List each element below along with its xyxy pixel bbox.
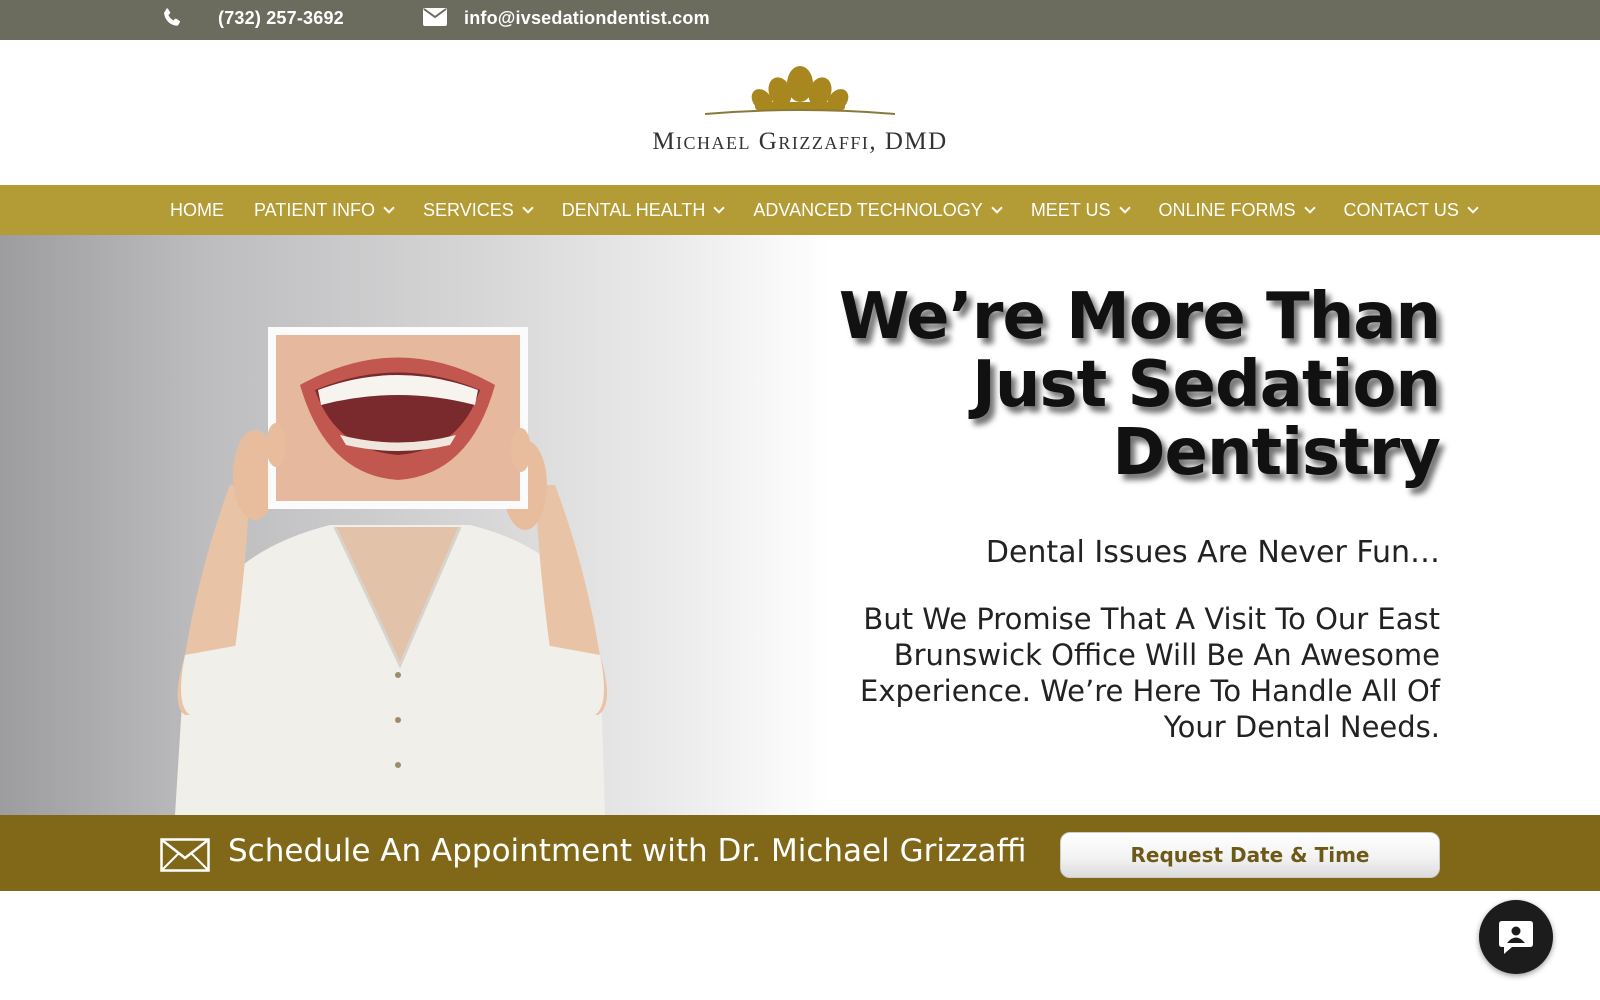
top-contact-bar: (732) 257-3692 info@ivsedationdentist.co… [0, 0, 1600, 40]
hero-body-text: But We Promise That A Visit To Our East … [860, 602, 1440, 744]
mail-icon [423, 8, 447, 26]
chevron-down-icon [1118, 201, 1131, 214]
hero-image [0, 235, 830, 815]
envelope-icon [160, 838, 210, 872]
chat-button[interactable] [1479, 900, 1553, 974]
headline-line: Just Sedation [972, 348, 1441, 422]
nav-label: ADVANCED TECHNOLOGY [753, 199, 983, 220]
nav-label: SERVICES [423, 199, 514, 220]
appointment-cta-bar: Schedule An Appointment with Dr. Michael… [0, 815, 1600, 891]
nav-item-meet-us[interactable]: MEET US [1030, 199, 1131, 221]
chevron-down-icon [383, 201, 395, 214]
hero-headline: We’re More Than Just Sedation Dentistry [800, 280, 1441, 490]
chevron-down-icon [522, 201, 534, 214]
nav-label: MEET US [1030, 199, 1111, 220]
email-link[interactable]: info@ivsedationdentist.com [464, 0, 710, 36]
chevron-down-icon [991, 201, 1003, 214]
chat-icon [1499, 921, 1533, 954]
phone-icon [164, 8, 181, 26]
nav-item-advanced-technology[interactable]: ADVANCED TECHNOLOGY [753, 199, 1003, 221]
nav-item-home[interactable]: HOME [170, 200, 224, 221]
headline-line: We’re More Than [838, 280, 1441, 354]
chevron-down-icon [1467, 201, 1479, 214]
phone-link[interactable]: (732) 257-3692 [218, 0, 344, 36]
cta-text: Schedule An Appointment with Dr. Michael… [228, 833, 1027, 869]
nav-item-dental-health[interactable]: DENTAL HEALTH [561, 199, 726, 221]
site-header: Michael Grizzaffi, DMD [0, 40, 1600, 185]
headline-line: Dentistry [1112, 416, 1441, 490]
hero-section: We’re More Than Just Sedation Dentistry … [0, 235, 1600, 815]
request-date-time-button[interactable]: Request Date & Time [1060, 832, 1440, 878]
tooth-crown-logo-icon[interactable] [700, 62, 900, 122]
nav-label: HOME [170, 199, 224, 220]
nav-item-contact-us[interactable]: CONTACT US [1343, 199, 1479, 221]
nav-label: PATIENT INFO [254, 199, 376, 220]
chevron-down-icon [1303, 201, 1316, 214]
hero-subheading: Dental Issues Are Never Fun… [985, 535, 1440, 570]
nav-label: CONTACT US [1343, 199, 1459, 220]
nav-label: DENTAL HEALTH [561, 199, 706, 220]
nav-item-online-forms[interactable]: ONLINE FORMS [1158, 199, 1316, 221]
nav-item-services[interactable]: SERVICES [423, 199, 534, 221]
nav-item-patient-info[interactable]: PATIENT INFO [254, 199, 395, 221]
main-nav: HOME PATIENT INFO SERVICES DENTAL HEALTH… [0, 185, 1600, 235]
woman-holding-smile-photo [175, 327, 608, 815]
nav-label: ONLINE FORMS [1158, 199, 1296, 220]
chevron-down-icon [713, 201, 726, 214]
logo-text[interactable]: Michael Grizzaffi, DMD [560, 128, 1040, 156]
